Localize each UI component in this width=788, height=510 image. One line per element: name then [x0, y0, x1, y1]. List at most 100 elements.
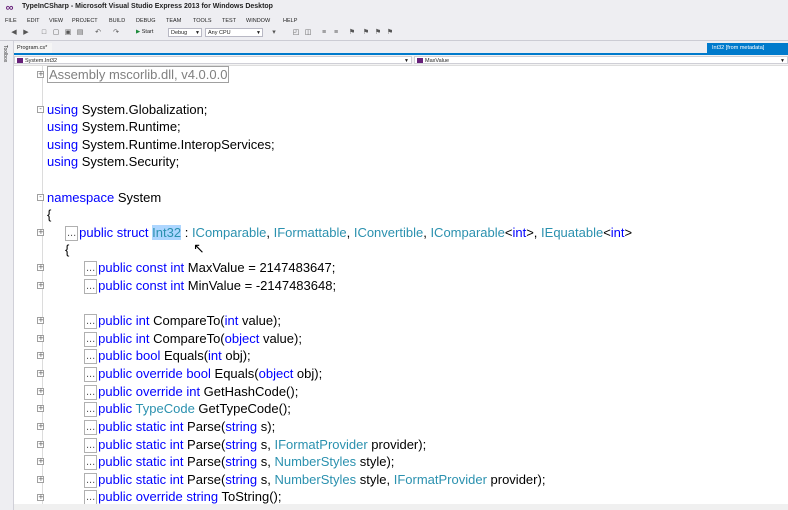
expand-icon[interactable]: + [37, 317, 44, 324]
expand-icon[interactable]: + [37, 458, 44, 465]
collapsed-comment-dots[interactable]: ... [84, 279, 98, 295]
code-line-member: ... public static int Parse(string s, Num… [84, 472, 546, 489]
collapse-icon[interactable]: - [37, 106, 44, 113]
field-icon [417, 58, 423, 63]
start-label: Start [141, 29, 154, 35]
selected-type-name[interactable]: Int32 [152, 225, 182, 240]
expand-icon[interactable]: + [37, 370, 44, 377]
collapsed-comment-dots[interactable]: ... [65, 226, 79, 242]
expand-icon[interactable]: + [37, 494, 44, 501]
menu-bar: FILE EDIT VIEW PROJECT BUILD DEBUG TEAM … [0, 16, 788, 27]
code-line-member: ... public bool Equals(int obj); [84, 348, 251, 365]
comment-icon[interactable]: ≡ [320, 29, 328, 37]
expand-icon[interactable]: + [37, 264, 44, 271]
code-line-using: using System.Runtime.InteropServices; [47, 137, 275, 152]
menu-view[interactable]: VIEW [49, 18, 63, 24]
expand-icon[interactable]: + [37, 423, 44, 430]
tab-int32-metadata[interactable]: Int32 [from metadata] [707, 43, 788, 53]
find-icon[interactable]: ◰ [292, 29, 300, 37]
uncomment-icon[interactable]: ≡ [332, 29, 340, 37]
collapsed-comment-dots[interactable]: ... [84, 261, 98, 277]
expand-icon[interactable]: + [37, 405, 44, 412]
type-navigation-combo[interactable]: System.Int32 ▼ [14, 56, 412, 64]
code-line-member: ... public int CompareTo(object value); [84, 331, 302, 348]
bookmark-prev-icon[interactable]: ⚑ [362, 29, 370, 37]
expand-icon[interactable]: + [37, 441, 44, 448]
expand-icon[interactable]: + [37, 282, 44, 289]
code-line-member: ... public override bool Equals(object ob… [84, 366, 323, 383]
vs-logo-icon: ∞ [5, 2, 14, 14]
member-navigation-combo[interactable]: MaxValue ▼ [414, 56, 788, 64]
code-line-member: ... public static int Parse(string s, IFo… [84, 437, 427, 454]
toolbox-label: Toolbox [2, 45, 8, 63]
menu-edit[interactable]: EDIT [27, 18, 40, 24]
menu-test[interactable]: TEST [222, 18, 236, 24]
config-select[interactable]: Debug ▼ [168, 28, 202, 37]
code-line-member: ... public override string ToString(); [84, 489, 282, 506]
code-line-brace: { [47, 207, 52, 222]
collapsed-comment-dots[interactable]: ... [84, 332, 98, 348]
assembly-region[interactable]: Assembly mscorlib.dll, v4.0.0.0 [47, 66, 230, 83]
expand-icon[interactable]: + [37, 352, 44, 359]
new-project-icon[interactable]: □ [40, 29, 48, 37]
nav-back-icon[interactable]: ◀ [10, 29, 18, 37]
save-all-icon[interactable]: ▤ [76, 29, 84, 37]
menu-window[interactable]: WINDOW [246, 18, 270, 24]
collapsed-comment-dots[interactable]: ... [84, 385, 98, 401]
code-line-using: using System.Runtime; [47, 119, 181, 134]
collapse-icon[interactable]: - [37, 194, 44, 201]
toolbar: ◀ ▶ □ ▢ ▣ ▤ ↶ ↷ ▶ Start Debug ▼ Any CPU ▼ … [0, 27, 788, 41]
config-value: Debug [171, 30, 188, 36]
window-icon[interactable]: ◫ [304, 29, 312, 37]
document-tab-well [14, 41, 788, 53]
collapsed-comment-dots[interactable]: ... [84, 473, 98, 489]
menu-tools[interactable]: TOOLS [193, 18, 212, 24]
nav-forward-icon[interactable]: ▶ [22, 29, 30, 37]
bookmark-icon[interactable]: ⚑ [348, 29, 356, 37]
code-line-assembly: Assembly mscorlib.dll, v4.0.0.0 [47, 66, 230, 83]
play-icon: ▶ [136, 29, 141, 35]
type-combo-value: System.Int32 [25, 58, 58, 64]
code-line-member: ... public static int Parse(string s); [84, 419, 276, 436]
menu-team[interactable]: TEAM [166, 18, 181, 24]
code-line-member: ... public const int MaxValue = 214748364… [84, 260, 336, 277]
platform-value: Any CPU [208, 30, 231, 36]
save-icon[interactable]: ▣ [64, 29, 72, 37]
horizontal-scrollbar[interactable] [14, 504, 788, 510]
collapsed-comment-dots[interactable]: ... [84, 314, 98, 330]
chevron-down-icon: ▼ [195, 30, 200, 36]
platform-select[interactable]: Any CPU ▼ [205, 28, 263, 37]
code-line-member: ... public TypeCode GetTypeCode(); [84, 401, 291, 418]
title-bar: ∞ TypeInCSharp - Microsoft Visual Studio… [0, 0, 788, 16]
mouse-cursor-icon: ↖ [193, 240, 205, 256]
collapsed-comment-dots[interactable]: ... [84, 438, 98, 454]
open-file-icon[interactable]: ▢ [52, 29, 60, 37]
struct-icon [17, 58, 23, 63]
menu-file[interactable]: FILE [5, 18, 17, 24]
toolbar-options-icon[interactable]: ▾ [270, 29, 278, 37]
toolbox-strip[interactable]: Toolbox [0, 41, 14, 510]
redo-icon[interactable]: ↷ [112, 29, 120, 37]
expand-icon[interactable]: + [37, 476, 44, 483]
code-line-member: ... public int CompareTo(int value); [84, 313, 281, 330]
bookmark-next-icon[interactable]: ⚑ [374, 29, 382, 37]
collapsed-comment-dots[interactable]: ... [84, 420, 98, 436]
collapsed-comment-dots[interactable]: ... [84, 349, 98, 365]
expand-icon[interactable]: + [37, 335, 44, 342]
start-button[interactable]: ▶ Start [136, 29, 153, 35]
collapsed-comment-dots[interactable]: ... [84, 367, 98, 383]
undo-icon[interactable]: ↶ [94, 29, 102, 37]
menu-build[interactable]: BUILD [109, 18, 125, 24]
expand-icon[interactable]: + [37, 388, 44, 395]
menu-project[interactable]: PROJECT [72, 18, 98, 24]
collapsed-comment-dots[interactable]: ... [84, 490, 98, 506]
expand-icon[interactable]: + [37, 71, 44, 78]
tab-program-cs[interactable]: Program.cs* [14, 43, 52, 53]
bookmark-clear-icon[interactable]: ⚑ [386, 29, 394, 37]
menu-help[interactable]: HELP [283, 18, 297, 24]
menu-debug[interactable]: DEBUG [136, 18, 156, 24]
expand-icon[interactable]: + [37, 229, 44, 236]
chevron-down-icon: ▼ [404, 58, 409, 64]
collapsed-comment-dots[interactable]: ... [84, 402, 98, 418]
collapsed-comment-dots[interactable]: ... [84, 455, 98, 471]
